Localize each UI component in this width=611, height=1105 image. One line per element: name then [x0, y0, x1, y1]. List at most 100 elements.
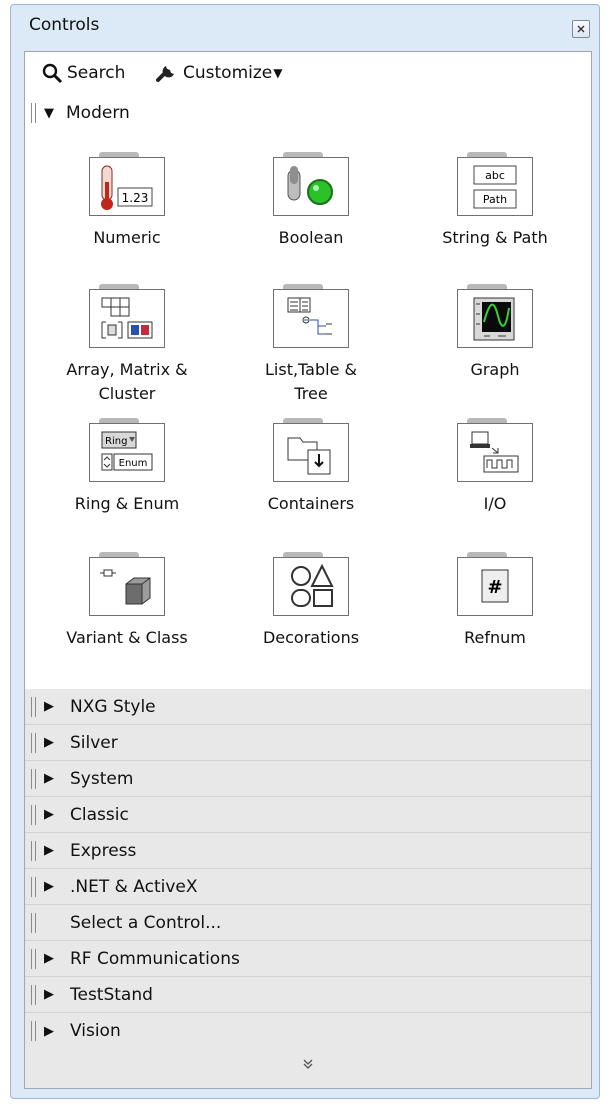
title-bar[interactable]: Controls [11, 5, 599, 51]
wrench-icon [156, 66, 174, 82]
category-label: Classic [70, 804, 129, 825]
chevron-down-icon: ▼ [273, 66, 283, 80]
double-chevron-down-icon [303, 1059, 313, 1069]
collapsed-categories: ▶ NXG Style ▶ Silver ▶ System ▶ Classic … [25, 689, 591, 1088]
path-icon-text: Path [483, 193, 507, 206]
palette-item-list-table-tree[interactable]: List,Table & Tree [223, 284, 399, 406]
grip-handle-icon[interactable] [31, 840, 36, 861]
triangle-right-icon: ▶ [44, 699, 54, 714]
category-label: NXG Style [70, 696, 156, 717]
category-modern[interactable]: ▼ Modern [25, 96, 591, 130]
triangle-right-icon: ▶ [44, 771, 54, 786]
palette-item-label: String & Path [442, 228, 548, 247]
grip-handle-icon[interactable] [31, 876, 36, 897]
triangle-right-icon: ▶ [44, 735, 54, 750]
ring-enum-icon: Ring Enum [101, 431, 153, 470]
enum-icon-text: Enum [119, 458, 148, 469]
triangle-right-icon: ▶ [44, 879, 54, 894]
palette-item-label: I/O [483, 494, 507, 513]
category-teststand[interactable]: ▶ TestStand [25, 977, 591, 1013]
palette-item-array-matrix-cluster[interactable]: Array, Matrix & Cluster [39, 284, 215, 406]
string-path-icon: abc Path [473, 165, 517, 208]
grip-handle-icon[interactable] [31, 768, 36, 789]
refnum-icon: # [481, 569, 509, 602]
category-nxg-style[interactable]: ▶ NXG Style [25, 689, 591, 725]
triangle-right-icon: ▶ [44, 1023, 54, 1039]
array-matrix-cluster-icon [101, 297, 153, 338]
palette-item-decorations[interactable]: Decorations [223, 552, 399, 650]
show-more-button[interactable] [25, 1049, 591, 1071]
variant-class-icon [100, 569, 151, 604]
boolean-icon [287, 165, 333, 205]
palette-item-label: Boolean [278, 228, 344, 247]
category-silver[interactable]: ▶ Silver [25, 725, 591, 761]
category-label: System [70, 768, 134, 789]
grip-handle-icon[interactable] [31, 948, 36, 969]
category-label: Vision [70, 1021, 121, 1041]
triangle-right-icon: ▶ [44, 807, 54, 822]
category-net-activex[interactable]: ▶ .NET & ActiveX [25, 869, 591, 905]
numeric-icon: 1.23 [101, 165, 153, 210]
category-rf-communications[interactable]: ▶ RF Communications [25, 941, 591, 977]
search-icon [42, 63, 63, 84]
palette-item-io[interactable]: I/O [407, 418, 583, 516]
category-label: Modern [66, 103, 130, 123]
palette-item-graph[interactable]: Graph [407, 284, 583, 382]
graph-icon [473, 297, 515, 340]
customize-label: Customize [183, 63, 273, 83]
grip-handle-icon[interactable] [31, 1021, 36, 1041]
list-table-tree-icon [287, 297, 332, 334]
string-icon-text: abc [485, 169, 505, 182]
palette-item-label: Variant & Class [66, 628, 188, 647]
palette-item-label: List,Table & Tree [265, 360, 357, 403]
grip-handle-icon[interactable] [31, 804, 36, 825]
palette-item-label: Graph [470, 360, 520, 379]
palette-item-label: Array, Matrix & Cluster [66, 360, 188, 403]
window-title: Controls [29, 15, 100, 35]
containers-icon [287, 437, 331, 474]
grip-handle-icon[interactable] [31, 732, 36, 753]
grip-handle-icon[interactable] [31, 984, 36, 1005]
ring-icon-text: Ring [105, 436, 127, 447]
palette-item-refnum[interactable]: # Refnum [407, 552, 583, 650]
category-label: Silver [70, 732, 118, 753]
search-label: Search [67, 63, 126, 83]
grip-handle-icon[interactable] [31, 912, 36, 933]
palette-item-label: Containers [267, 494, 355, 513]
palette-item-label: Ring & Enum [74, 494, 180, 513]
palette-panel: Search Customize ▼ ▼ Modern 1.23 Numeric… [24, 51, 592, 1089]
category-system[interactable]: ▶ System [25, 761, 591, 797]
controls-palette-window: Controls Search Customize ▼ ▼ Modern 1.2… [10, 4, 600, 1099]
select-a-control-item[interactable]: Select a Control... [25, 905, 591, 941]
refnum-icon-text: # [487, 577, 502, 598]
triangle-right-icon: ▶ [44, 951, 54, 966]
search-button[interactable]: Search [41, 62, 125, 84]
palette-item-label: Refnum [464, 628, 526, 647]
palette-item-variant-class[interactable]: Variant & Class [39, 552, 215, 650]
palette-item-containers[interactable]: Containers [223, 418, 399, 516]
category-label: .NET & ActiveX [70, 876, 198, 897]
category-label: Select a Control... [70, 912, 222, 933]
category-label: Express [70, 840, 137, 861]
triangle-down-icon: ▼ [44, 105, 54, 121]
triangle-right-icon: ▶ [44, 987, 54, 1002]
numeric-icon-text: 1.23 [122, 191, 149, 205]
palette-toolbar: Search Customize ▼ [25, 52, 591, 94]
palette-item-ring-enum[interactable]: Ring Enum Ring & Enum [39, 418, 215, 516]
grip-handle-icon[interactable] [31, 103, 36, 123]
decorations-icon [291, 563, 334, 607]
category-express[interactable]: ▶ Express [25, 833, 591, 869]
palette-item-string-path[interactable]: abc Path String & Path [407, 152, 583, 250]
palette-item-numeric[interactable]: 1.23 Numeric [39, 152, 215, 250]
grip-handle-icon[interactable] [31, 696, 36, 717]
palette-item-label: Numeric [93, 228, 161, 247]
category-vision[interactable]: ▶ Vision [25, 1013, 591, 1049]
close-icon [577, 25, 585, 33]
category-label: RF Communications [70, 948, 240, 969]
category-classic[interactable]: ▶ Classic [25, 797, 591, 833]
customize-button[interactable]: Customize ▼ [155, 62, 282, 84]
palette-item-label: Decorations [262, 628, 360, 647]
close-button[interactable] [572, 20, 590, 38]
io-icon [470, 431, 519, 472]
palette-item-boolean[interactable]: Boolean [223, 152, 399, 250]
